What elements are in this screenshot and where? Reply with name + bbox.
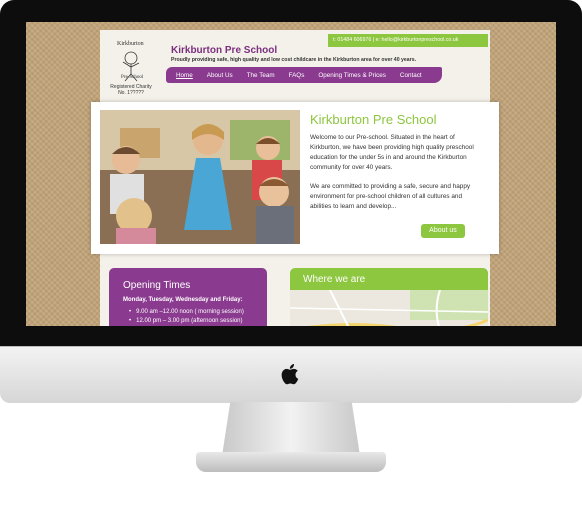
screen: Kirkburton Pre-School Registered Charity… — [26, 22, 556, 326]
hero-text: Welcome to our Pre-school. Situated in t… — [310, 133, 482, 221]
site-title[interactable]: Kirkburton Pre School — [171, 45, 277, 56]
location-map[interactable] — [290, 290, 488, 326]
site-logo[interactable]: Kirkburton Pre-School Registered Charity… — [106, 36, 156, 100]
where-we-are-panel: Where we are — [290, 268, 488, 326]
monitor-stand — [222, 402, 360, 456]
svg-text:Kirkburton: Kirkburton — [117, 41, 144, 47]
nav-about-us[interactable]: About Us — [207, 72, 233, 79]
logo-drawing-icon: Kirkburton Pre-School — [117, 41, 144, 82]
contact-bar[interactable]: t: 01484 606976 | e: hello@kirkburtonpre… — [328, 34, 488, 47]
registered-charity-number: No. 1????? — [118, 90, 144, 96]
opening-days: Monday, Tuesday, Wednesday and Friday: — [123, 297, 243, 303]
monitor-stand-base — [196, 452, 386, 472]
site-tagline: Proudly providing safe, high quality and… — [171, 57, 417, 63]
nav-the-team[interactable]: The Team — [247, 72, 275, 79]
session-morning: 9.00 am –12.00 noon ( morning session) — [129, 309, 244, 315]
hero-title: Kirkburton Pre School — [310, 112, 437, 127]
main-nav: Home About Us The Team FAQs Opening Time… — [166, 67, 442, 83]
opening-times-title: Opening Times — [123, 280, 191, 291]
opening-times-panel: Opening Times Monday, Tuesday, Wednesday… — [109, 268, 267, 326]
where-we-are-title: Where we are — [303, 274, 366, 285]
about-us-button[interactable]: About us — [421, 224, 465, 238]
website: Kirkburton Pre-School Registered Charity… — [91, 30, 499, 326]
nav-contact[interactable]: Contact — [400, 72, 422, 79]
session-list: 9.00 am –12.00 noon ( morning session) 1… — [129, 309, 244, 326]
site-header: Kirkburton Pre-School Registered Charity… — [100, 30, 490, 106]
apple-logo-icon — [281, 364, 299, 385]
session-afternoon: 12.00 pm – 3.00 pm (afternoon session) — [129, 318, 244, 324]
nav-faqs[interactable]: FAQs — [289, 72, 305, 79]
hero-paragraph-1: Welcome to our Pre-school. Situated in t… — [310, 134, 474, 171]
hero-paragraph-2: We are committed to providing a safe, se… — [310, 183, 471, 210]
children-photo — [100, 110, 300, 244]
hero-panel: Kirkburton Pre School Welcome to our Pre… — [91, 102, 499, 254]
svg-text:Pre-School: Pre-School — [121, 75, 144, 80]
nav-home[interactable]: Home — [176, 72, 193, 79]
nav-opening-times[interactable]: Opening Times & Prices — [318, 72, 386, 79]
